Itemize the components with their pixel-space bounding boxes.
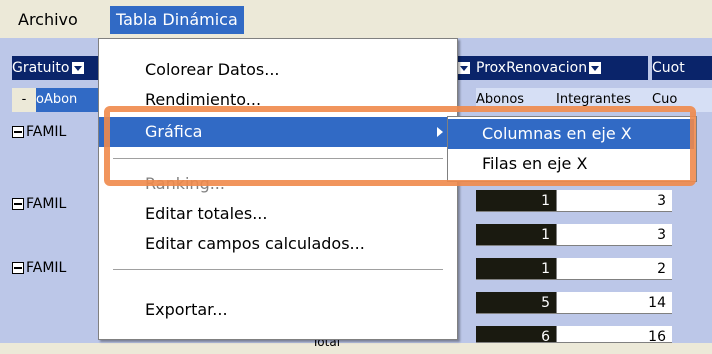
cell-abonos: 5 [476, 292, 556, 314]
row-group-label: FAMIL [26, 260, 67, 276]
collapse-icon[interactable] [12, 262, 24, 274]
cell-abonos: 6 [476, 326, 556, 345]
menu-archivo-label: Archivo [18, 10, 78, 29]
menu-item-label: Exportar... [145, 300, 228, 319]
cell-value: 1 [541, 193, 550, 209]
cell-integrantes: 14 [556, 292, 672, 314]
submenu-item-label: Columnas en eje X [482, 124, 632, 143]
menu-item-label: Gráfica [145, 122, 203, 141]
collapse-icon[interactable] [12, 198, 24, 210]
collapse-label: - [21, 92, 27, 107]
grafica-submenu: Columnas en eje X Filas en eje X [447, 116, 697, 182]
menu-item-label: Ranking... [145, 174, 225, 193]
cell-integrantes: 16 [556, 326, 672, 345]
cell-integrantes: 3 [556, 190, 672, 212]
menu-item-ranking[interactable]: Ranking... [99, 169, 457, 199]
row-group-2[interactable]: FAMIL [12, 192, 66, 216]
field-tipoabono-label: oAbon [36, 92, 78, 107]
submenu-arrow-icon [437, 127, 443, 137]
cell-integrantes: 2 [556, 258, 672, 280]
menu-bar: Archivo Tabla Dinámica [0, 0, 712, 38]
menu-item-rendimiento[interactable]: Rendimiento... [99, 85, 457, 115]
row-group-label: FAMIL [26, 196, 67, 212]
menu-item-colorear-datos[interactable]: Colorear Datos... [99, 55, 457, 85]
menu-item-label: Editar totales... [145, 204, 268, 223]
dropdown-icon[interactable] [458, 62, 470, 74]
submenu-item-label: Filas en eje X [482, 154, 588, 173]
menu-separator [113, 269, 443, 270]
cell-abonos: 1 [476, 224, 556, 246]
menu-item-exportar[interactable]: Exportar... [99, 295, 457, 325]
menu-item-grafica[interactable]: Gráfica [99, 117, 457, 147]
row-group-label: FAMIL [26, 124, 67, 140]
field-gratuito-label: Gratuito [12, 60, 70, 76]
submenu-item-filas-en-eje-x[interactable]: Filas en eje X [448, 149, 694, 179]
collapse-icon[interactable] [12, 126, 24, 138]
column-abonos-label: Abonos [476, 92, 525, 107]
cell-value: 2 [657, 261, 666, 277]
menu-tabla-dinamica-label: Tabla Dinámica [116, 10, 238, 29]
cell-value: 1 [541, 227, 550, 243]
tabla-dinamica-menu: Colorear Datos... Rendimiento... Gráfica… [98, 38, 458, 340]
menu-item-label: Editar campos calculados... [145, 234, 365, 253]
field-cuota-label: Cuot [652, 60, 685, 76]
cell-value: 1 [541, 261, 550, 277]
menu-item-editar-campos-calculados[interactable]: Editar campos calculados... [99, 229, 457, 259]
column-abonos[interactable]: Abonos [476, 88, 557, 112]
dropdown-icon[interactable] [71, 62, 84, 74]
field-proxrenovacion[interactable]: ProxRenovacion [476, 56, 648, 80]
menu-separator [113, 158, 443, 159]
field-gratuito[interactable]: Gratuito [12, 56, 98, 80]
column-cuota-label: Cuo [652, 92, 678, 107]
dropdown-icon[interactable] [589, 62, 602, 74]
cell-value: 14 [648, 295, 666, 311]
cell-abonos: 1 [476, 190, 556, 212]
cell-abonos: 1 [476, 258, 556, 280]
column-cuota[interactable]: Cuo [652, 88, 712, 112]
menu-tabla-dinamica[interactable]: Tabla Dinámica [110, 6, 244, 34]
collapse-button[interactable]: - [12, 88, 37, 112]
menu-item-label: Rendimiento... [145, 90, 262, 109]
row-group-1[interactable]: FAMIL [12, 120, 66, 144]
field-proxrenovacion-label: ProxRenovacion [476, 60, 588, 76]
menu-item-editar-totales[interactable]: Editar totales... [99, 199, 457, 229]
cell-value: 5 [541, 295, 550, 311]
cell-integrantes: 3 [556, 224, 672, 246]
menu-archivo[interactable]: Archivo [12, 6, 84, 34]
submenu-item-columnas-en-eje-x[interactable]: Columnas en eje X [448, 119, 694, 149]
field-tipoabono[interactable]: oAbon [36, 88, 99, 112]
cell-value: 3 [657, 227, 666, 243]
cell-value: 3 [657, 193, 666, 209]
column-integrantes-label: Integrantes [556, 92, 631, 107]
field-cuota[interactable]: Cuot [652, 56, 712, 80]
field-dropdown[interactable] [456, 56, 476, 80]
row-group-3[interactable]: FAMIL [12, 256, 66, 280]
column-integrantes[interactable]: Integrantes [556, 88, 653, 112]
menu-item-label: Colorear Datos... [145, 60, 280, 79]
